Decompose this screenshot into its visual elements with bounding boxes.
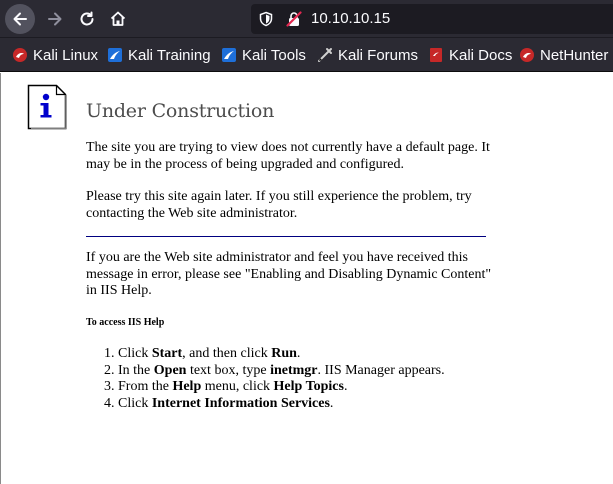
home-icon xyxy=(110,11,126,26)
kali-docs-icon xyxy=(430,48,442,62)
info-document-icon xyxy=(27,84,67,130)
bookmarks-toolbar: Kali Linux Kali Training Kali Tools Kali… xyxy=(0,38,613,72)
browser-toolbar: 10.10.10.15 xyxy=(0,0,613,38)
back-button[interactable] xyxy=(5,4,35,34)
kali-forums-icon xyxy=(318,48,332,62)
bookmark-kali-training[interactable]: Kali Training xyxy=(107,45,211,65)
bookmark-label: Kali Linux xyxy=(33,46,99,64)
admin-paragraph: If you are the Web site administrator an… xyxy=(86,250,492,298)
home-button[interactable] xyxy=(103,4,133,34)
intro-paragraph: The site you are trying to view does not… xyxy=(86,140,490,172)
insecure-lock-icon[interactable] xyxy=(286,11,302,27)
help-subheading: To access IIS Help xyxy=(86,317,165,328)
bookmark-kali-tools[interactable]: Kali Tools xyxy=(221,45,306,65)
list-item: 2. In the Open text box, type inetmgr. I… xyxy=(104,362,445,378)
page-title: Under Construction xyxy=(86,100,275,122)
url-text[interactable]: 10.10.10.15 xyxy=(311,10,390,27)
reload-icon xyxy=(80,11,94,26)
forward-button[interactable] xyxy=(40,4,70,34)
divider xyxy=(86,236,486,237)
retry-paragraph: Please try this site again later. If you… xyxy=(86,189,472,221)
bookmark-label: Kali Forums xyxy=(338,46,419,64)
arrow-left-icon xyxy=(13,12,27,26)
shield-icon[interactable] xyxy=(258,11,274,27)
bookmark-label: Kali Tools xyxy=(242,46,306,64)
list-item: 3. From the Help menu, click Help Topics… xyxy=(104,379,348,394)
reload-button[interactable] xyxy=(72,4,102,34)
kali-tools-icon xyxy=(222,48,236,62)
bookmark-label: Kali Docs xyxy=(449,46,513,64)
list-item: 1. Click Start, and then click Run. xyxy=(104,346,301,361)
arrow-right-icon xyxy=(48,12,62,26)
bookmark-kali-linux[interactable]: Kali Linux xyxy=(12,45,98,65)
bookmark-nethunter[interactable]: NetHunter xyxy=(519,45,608,65)
url-bar[interactable]: 10.10.10.15 xyxy=(251,4,613,34)
bookmark-label: NetHunter xyxy=(540,46,609,64)
kali-dragon-icon xyxy=(13,48,27,62)
viewport-edge xyxy=(0,73,1,484)
help-steps-list: 1. Click Start, and then click Run. 2. I… xyxy=(104,346,504,412)
kali-dragon-icon xyxy=(520,48,534,62)
kali-training-icon xyxy=(108,48,122,62)
list-item: 4. Click Internet Information Services. xyxy=(104,395,334,411)
page-content: Under Construction The site you are tryi… xyxy=(0,73,613,484)
bookmark-kali-docs[interactable]: Kali Docs xyxy=(428,45,512,65)
bookmark-label: Kali Training xyxy=(128,46,211,64)
bookmark-kali-forums[interactable]: Kali Forums xyxy=(317,45,418,65)
